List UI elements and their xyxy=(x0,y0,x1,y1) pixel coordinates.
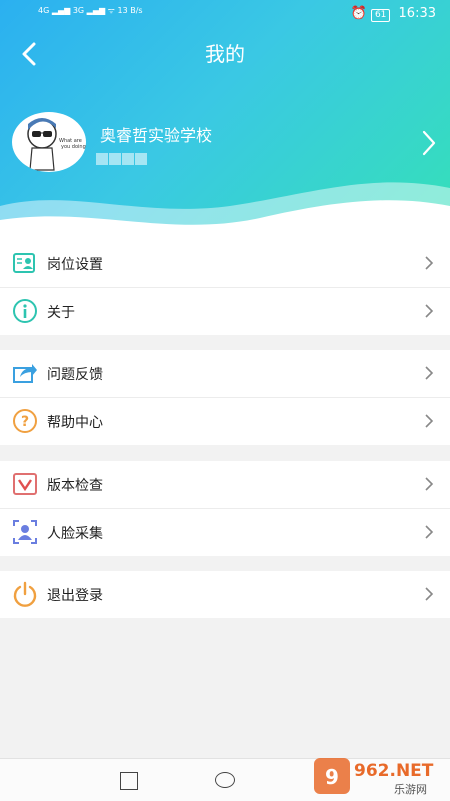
home-button[interactable] xyxy=(215,772,235,788)
status-right: ⏰ 61 16:33 xyxy=(351,6,436,22)
profile-header: 4G ▂▄▆ 3G ▂▄▆ ᯤ 13 B/s ⏰ 61 16:33 我的 Wha… xyxy=(0,0,450,240)
menu-group-logout: 退出登录 xyxy=(0,571,450,618)
menu-item-label: 关于 xyxy=(47,305,75,321)
school-name: 奥睿哲实验学校 xyxy=(100,126,213,145)
id-card-icon xyxy=(13,253,35,273)
chevron-right-icon xyxy=(425,414,434,428)
clock: 16:33 xyxy=(398,6,436,21)
question-icon: ? xyxy=(13,409,37,433)
page-title: 我的 xyxy=(205,42,245,66)
menu-item-about[interactable]: 关于 xyxy=(0,288,450,335)
info-icon xyxy=(13,299,37,323)
svg-text:you doing?: you doing? xyxy=(61,144,86,150)
menu-item-label: 问题反馈 xyxy=(47,367,103,383)
battery-indicator: 61 xyxy=(370,9,391,22)
menu-item-face-collection[interactable]: 人脸采集 xyxy=(0,509,450,556)
recent-apps-button[interactable] xyxy=(120,772,138,790)
menu-item-label: 退出登录 xyxy=(47,588,103,604)
face-icon xyxy=(13,520,37,544)
svg-text:9: 9 xyxy=(325,765,339,789)
menu-item-label: 版本检查 xyxy=(47,478,103,494)
menu-item-label: 人脸采集 xyxy=(47,526,103,542)
masked-account-id xyxy=(96,150,152,166)
chevron-right-icon xyxy=(425,304,434,318)
watermark-logo: 9 962.NET 乐游网 xyxy=(314,758,434,796)
menu-item-version-check[interactable]: 版本检查 xyxy=(0,461,450,509)
avatar[interactable]: What are you doing? xyxy=(12,112,86,172)
watermark-brand: 962.NET xyxy=(354,761,434,781)
menu-item-label: 岗位设置 xyxy=(47,257,103,273)
menu-item-help-center[interactable]: ? 帮助中心 xyxy=(0,398,450,445)
menu-item-feedback[interactable]: 问题反馈 xyxy=(0,350,450,398)
menu-group-device: 版本检查 人脸采集 xyxy=(0,461,450,556)
chevron-right-icon xyxy=(425,256,434,270)
watermark-sub: 乐游网 xyxy=(394,783,427,796)
alarm-icon: ⏰ xyxy=(350,6,367,21)
header-wave xyxy=(0,182,450,240)
menu-group-support: 问题反馈 ? 帮助中心 xyxy=(0,350,450,445)
power-icon xyxy=(13,581,37,607)
status-bar: 4G ▂▄▆ 3G ▂▄▆ ᯤ 13 B/s ⏰ 61 16:33 xyxy=(0,0,450,28)
chevron-right-icon xyxy=(425,587,434,601)
version-icon xyxy=(13,473,37,495)
menu-item-position-settings[interactable]: 岗位设置 xyxy=(0,240,450,288)
profile-chevron-icon[interactable] xyxy=(418,128,440,158)
share-icon xyxy=(13,364,37,383)
menu-item-logout[interactable]: 退出登录 xyxy=(0,571,450,618)
menu-item-label: 帮助中心 xyxy=(47,415,103,431)
chevron-right-icon xyxy=(425,525,434,539)
chevron-right-icon xyxy=(425,477,434,491)
chevron-right-icon xyxy=(425,366,434,380)
menu-group-account: 岗位设置 关于 xyxy=(0,240,450,335)
svg-text:?: ? xyxy=(21,414,29,430)
network-status: 4G ▂▄▆ 3G ▂▄▆ ᯤ 13 B/s xyxy=(38,6,143,15)
